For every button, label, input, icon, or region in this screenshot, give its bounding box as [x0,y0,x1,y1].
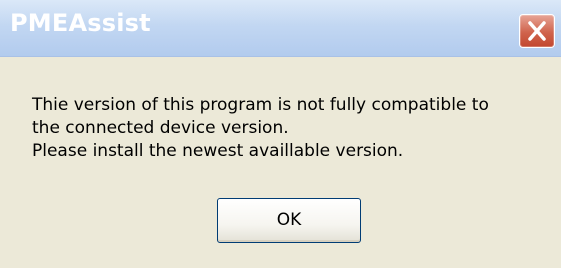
message-dialog: PMEAssist Thie version of this program i… [0,0,561,268]
dialog-title: PMEAssist [10,9,151,37]
message-line-3: Please install the newest availlable ver… [32,141,404,161]
message-line-2: the connected device version. [32,118,289,138]
ok-button[interactable]: OK [217,198,361,243]
title-bar[interactable]: PMEAssist [0,0,561,57]
message-line-1: Thie version of this program is not full… [32,95,489,115]
close-icon [528,21,546,41]
close-button[interactable] [519,14,555,48]
